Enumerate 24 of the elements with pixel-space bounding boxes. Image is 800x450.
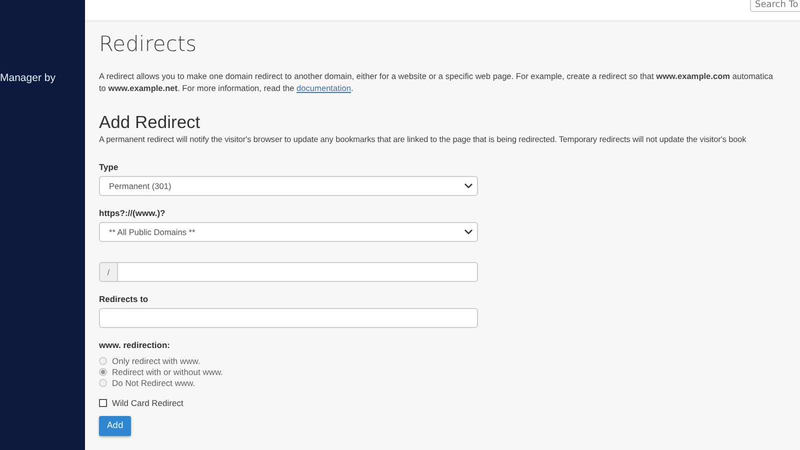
type-select[interactable]: Permanent (301) bbox=[99, 176, 478, 196]
documentation-link[interactable]: documentation bbox=[296, 83, 351, 93]
brand-text: Manager by bbox=[0, 72, 56, 84]
section-note: A permanent redirect will notify the visitor's browser to update any bookmarks that are linked to the page that is being redirected. Temporary redirects will not update the visitor's book bbox=[99, 135, 748, 144]
checkbox-label: Wild Card Redirect bbox=[112, 398, 184, 408]
radio-label: Redirect with or without www. bbox=[112, 367, 224, 377]
path-input[interactable] bbox=[117, 262, 478, 282]
chevron-down-icon bbox=[464, 229, 473, 235]
section-title: Add Redirect bbox=[99, 112, 202, 133]
checkbox[interactable] bbox=[99, 399, 107, 407]
search-field[interactable]: Search To bbox=[750, 0, 800, 12]
field-label: Type bbox=[99, 162, 118, 172]
field-label: Redirects to bbox=[99, 294, 148, 304]
page-title: Redirects bbox=[99, 32, 198, 56]
redirects-to-input[interactable] bbox=[99, 308, 478, 328]
add-button[interactable]: Add bbox=[99, 416, 132, 436]
field-label: www. redirection: bbox=[99, 340, 170, 350]
intro-paragraph: A redirect allows you to make one domain redirect to another domain, either for a website or a specific web page. For example, create a redirect so that www.example.com automatica to www.example.net. For more information, read the documentation. bbox=[99, 70, 774, 94]
radio-label: Do Not Redirect www. bbox=[112, 378, 196, 388]
chevron-down-icon bbox=[464, 183, 473, 189]
field-label: https?://(www.)? bbox=[99, 208, 166, 218]
path-prefix: / bbox=[99, 262, 117, 282]
domain-select[interactable]: ** All Public Domains ** bbox=[99, 222, 478, 242]
radio-label: Only redirect with www. bbox=[112, 356, 200, 366]
